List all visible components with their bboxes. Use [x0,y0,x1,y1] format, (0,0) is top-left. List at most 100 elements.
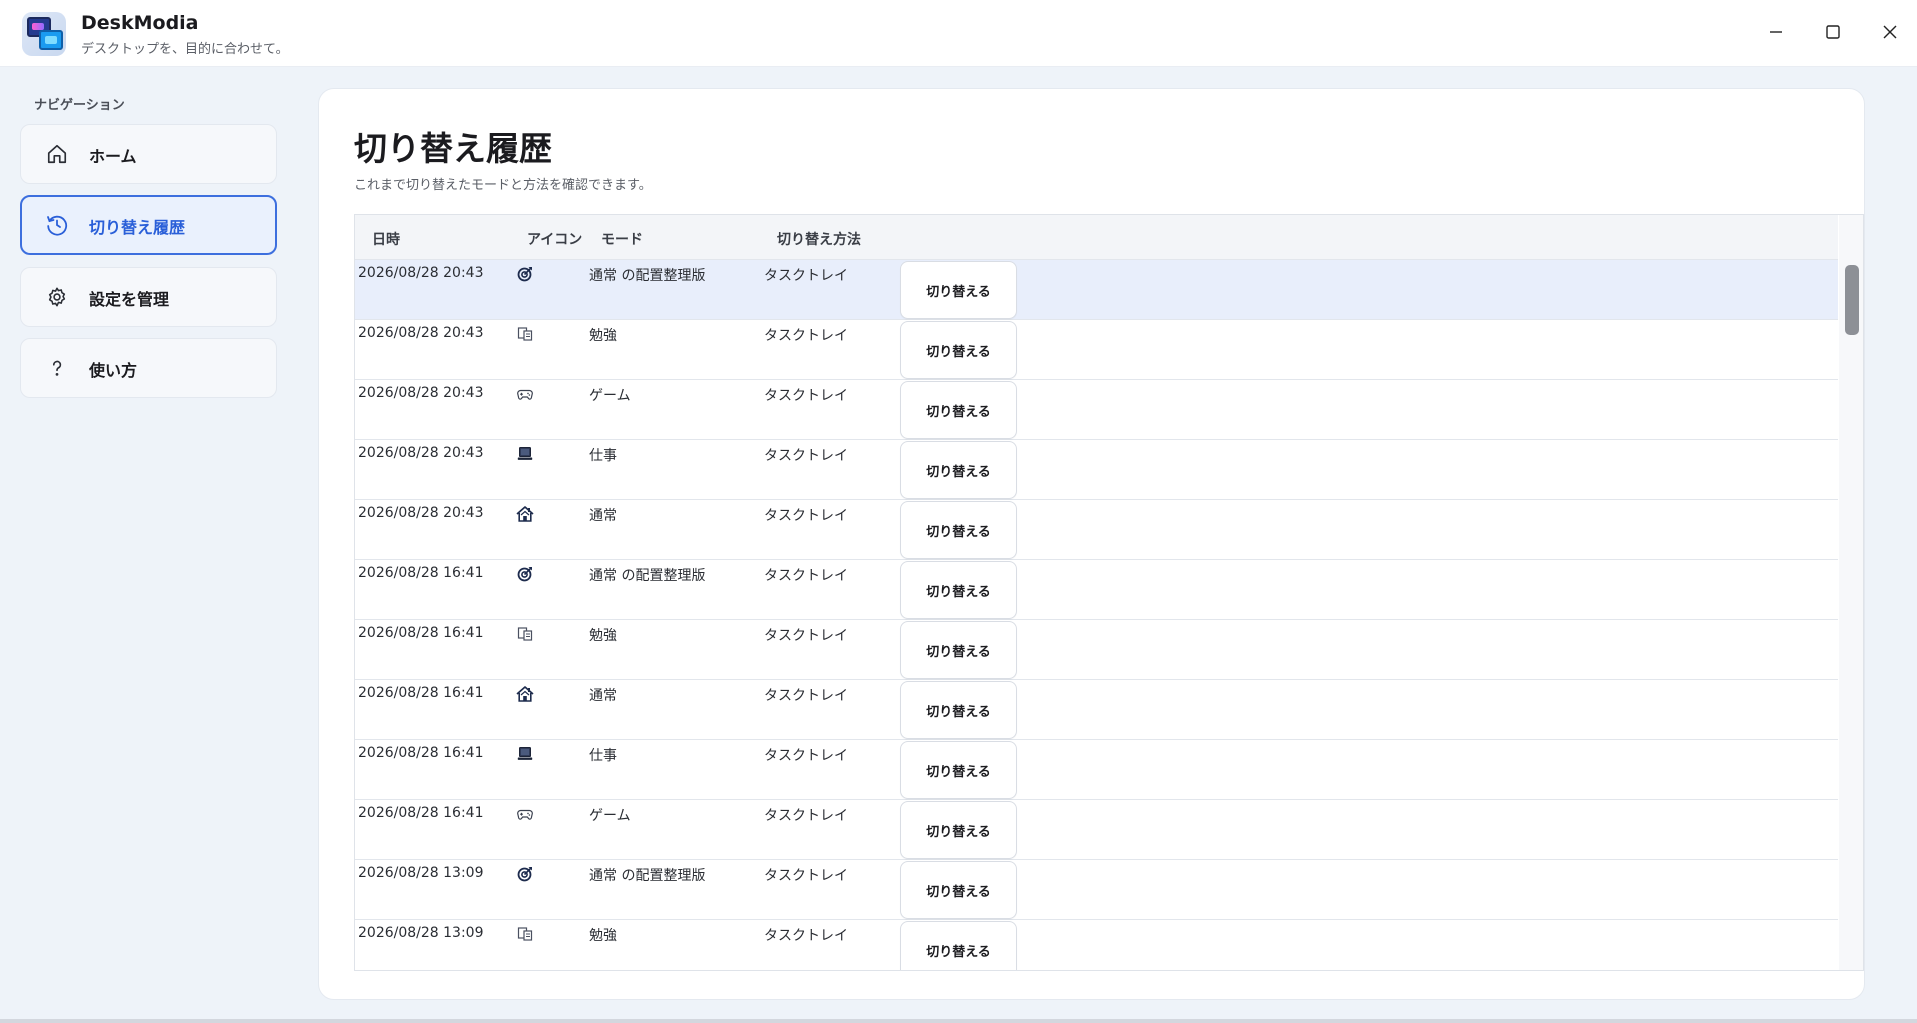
row-mode: 仕事 [589,448,617,464]
row-method: タスクトレイ [764,868,848,884]
table-row[interactable]: 2026/08/28 20:43 通常 タスクトレイ 切り替える [355,500,1838,560]
book-icon [515,324,535,344]
row-method: タスクトレイ [764,388,848,404]
target-icon [515,564,535,584]
gamepad-icon [515,804,535,824]
table-row[interactable]: 2026/08/28 20:43 勉強 タスクトレイ 切り替える [355,320,1838,380]
minimize-icon [1770,31,1782,33]
row-mode: 勉強 [589,328,617,344]
row-datetime: 2026/08/28 20:43 [358,325,484,341]
table-row[interactable]: 2026/08/28 20:43 仕事 タスクトレイ 切り替える [355,440,1838,500]
history-icon [45,213,69,237]
switch-button[interactable]: 切り替える [900,321,1017,379]
switch-button[interactable]: 切り替える [900,621,1017,679]
sidebar: ナビゲーション ホーム 切り替え履歴 設定を管理 使い方 [0,67,298,1023]
table-row[interactable]: 2026/08/28 16:41 通常 タスクトレイ 切り替える [355,680,1838,740]
row-datetime: 2026/08/28 20:43 [358,505,484,521]
row-datetime: 2026/08/28 16:41 [358,565,484,581]
switch-button[interactable]: 切り替える [900,261,1017,319]
gear-icon [45,285,69,309]
row-mode: 通常 の配置整理版 [589,268,706,284]
switch-button[interactable]: 切り替える [900,681,1017,739]
table-row[interactable]: 2026/08/28 16:41 仕事 タスクトレイ 切り替える [355,740,1838,800]
table-row[interactable]: 2026/08/28 16:41 通常 の配置整理版 タスクトレイ 切り替える [355,560,1838,620]
row-method: タスクトレイ [764,268,848,284]
row-mode: 通常 [589,688,617,704]
sidebar-item-label: 使い方 [89,361,138,380]
book-icon [515,624,535,644]
row-method: タスクトレイ [764,928,848,944]
row-method: タスクトレイ [764,688,848,704]
title-bar: DeskModia デスクトップを、目的に合わせて。 [0,0,1917,67]
nav-heading: ナビゲーション [34,98,125,113]
maximize-button[interactable] [1811,12,1855,52]
row-method: タスクトレイ [764,568,848,584]
row-datetime: 2026/08/28 13:09 [358,865,484,881]
table-row[interactable]: 2026/08/28 20:43 ゲーム タスクトレイ 切り替える [355,380,1838,440]
scrollbar[interactable] [1839,215,1863,970]
app-logo [22,12,66,56]
row-mode: ゲーム [589,808,631,824]
switch-button[interactable]: 切り替える [900,561,1017,619]
switch-button[interactable]: 切り替える [900,861,1017,919]
laptop-icon [515,744,535,764]
row-mode: 勉強 [589,628,617,644]
app-title: DeskModia [81,12,199,34]
sidebar-item-history[interactable]: 切り替え履歴 [20,195,277,255]
row-datetime: 2026/08/28 16:41 [358,685,484,701]
row-datetime: 2026/08/28 16:41 [358,805,484,821]
history-table: 日時 アイコン モード 切り替え方法 2026/08/28 20:43 通常 の配… [354,214,1864,971]
row-datetime: 2026/08/28 20:43 [358,445,484,461]
switch-button[interactable]: 切り替える [900,501,1017,559]
row-method: タスクトレイ [764,628,848,644]
column-header-datetime[interactable]: 日時 [372,229,400,249]
window-bottom-border [0,1019,1917,1023]
row-mode: ゲーム [589,388,631,404]
switch-button[interactable]: 切り替える [900,381,1017,439]
laptop-icon [515,444,535,464]
sidebar-item-help[interactable]: 使い方 [20,338,277,398]
target-icon [515,264,535,284]
sidebar-item-settings[interactable]: 設定を管理 [20,267,277,327]
switch-button[interactable]: 切り替える [900,921,1017,970]
table-row[interactable]: 2026/08/28 13:09 勉強 タスクトレイ 切り替える [355,920,1838,970]
maximize-icon [1826,25,1840,39]
table-row[interactable]: 2026/08/28 13:09 通常 の配置整理版 タスクトレイ 切り替える [355,860,1838,920]
close-button[interactable] [1868,12,1912,52]
page-description: これまで切り替えたモードと方法を確認できます。 [354,178,652,193]
row-mode: 通常 の配置整理版 [589,568,706,584]
sidebar-item-label: 切り替え履歴 [89,218,186,237]
book-icon [515,924,535,944]
target-icon [515,864,535,884]
column-header-mode[interactable]: モード [601,229,643,249]
switch-button[interactable]: 切り替える [900,441,1017,499]
page-title: 切り替え履歴 [354,129,552,168]
question-icon [45,356,69,380]
row-datetime: 2026/08/28 13:09 [358,925,484,941]
row-method: タスクトレイ [764,748,848,764]
sidebar-item-label: ホーム [89,147,137,166]
row-method: タスクトレイ [764,448,848,464]
row-datetime: 2026/08/28 20:43 [358,265,484,281]
row-mode: 通常 の配置整理版 [589,868,706,884]
house-icon [515,504,535,524]
table-header: 日時 アイコン モード 切り替え方法 [355,215,1838,260]
switch-button[interactable]: 切り替える [900,741,1017,799]
table-row[interactable]: 2026/08/28 16:41 勉強 タスクトレイ 切り替える [355,620,1838,680]
row-method: タスクトレイ [764,808,848,824]
row-datetime: 2026/08/28 16:41 [358,625,484,641]
row-mode: 仕事 [589,748,617,764]
column-header-icon[interactable]: アイコン [527,229,582,249]
row-mode: 勉強 [589,928,617,944]
switch-button[interactable]: 切り替える [900,801,1017,859]
table-row[interactable]: 2026/08/28 20:43 通常 の配置整理版 タスクトレイ 切り替える [355,260,1838,320]
gamepad-icon [515,384,535,404]
row-method: タスクトレイ [764,328,848,344]
minimize-button[interactable] [1754,12,1798,52]
scrollbar-thumb[interactable] [1845,265,1859,335]
row-datetime: 2026/08/28 20:43 [358,385,484,401]
app-subtitle: デスクトップを、目的に合わせて。 [81,42,289,57]
sidebar-item-home[interactable]: ホーム [20,124,277,184]
column-header-method[interactable]: 切り替え方法 [777,229,861,249]
table-row[interactable]: 2026/08/28 16:41 ゲーム タスクトレイ 切り替える [355,800,1838,860]
